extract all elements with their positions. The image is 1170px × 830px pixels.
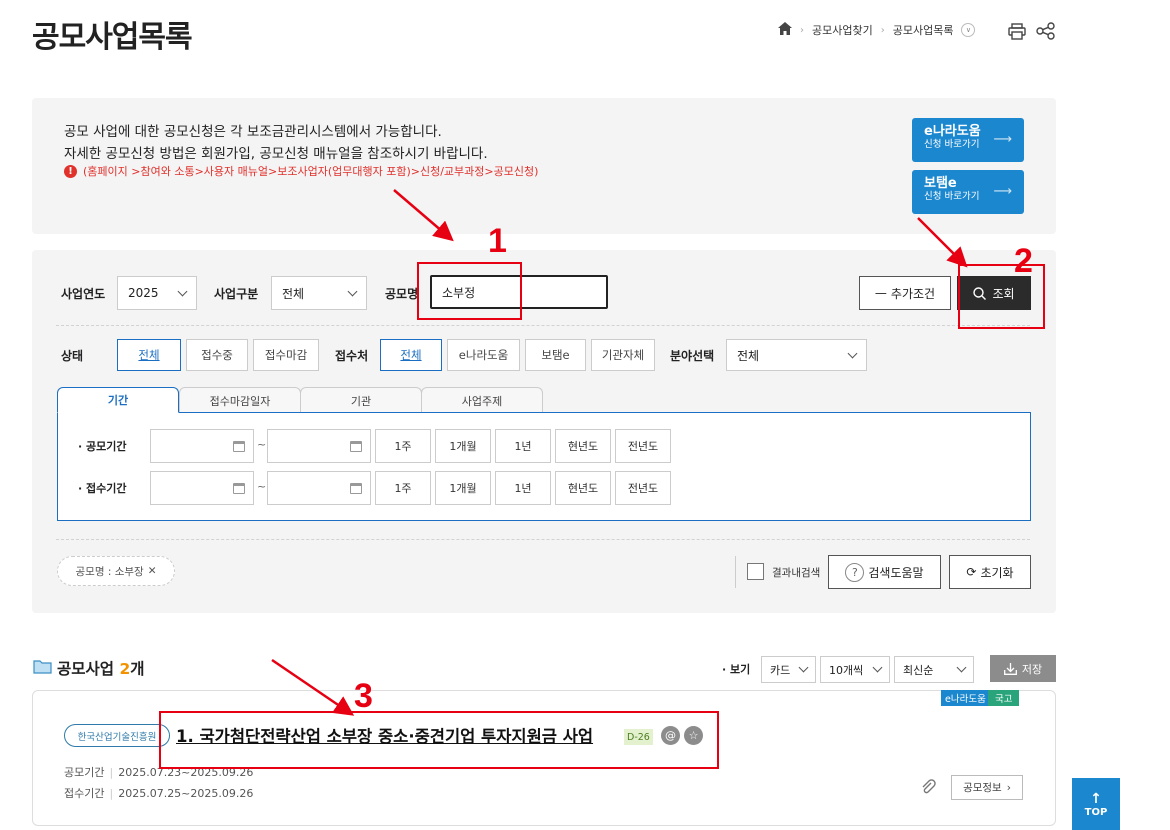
annotation-arrow: [271, 658, 355, 716]
tab-period[interactable]: 기간: [57, 387, 179, 413]
annotation-arrows: [271, 189, 968, 716]
annotation-number: 2: [1014, 242, 1033, 280]
annotation-arrow: [393, 189, 454, 242]
annotation-number: 1: [488, 222, 507, 260]
annotation-number: 3: [354, 677, 373, 715]
annotation-arrow: [917, 217, 968, 268]
